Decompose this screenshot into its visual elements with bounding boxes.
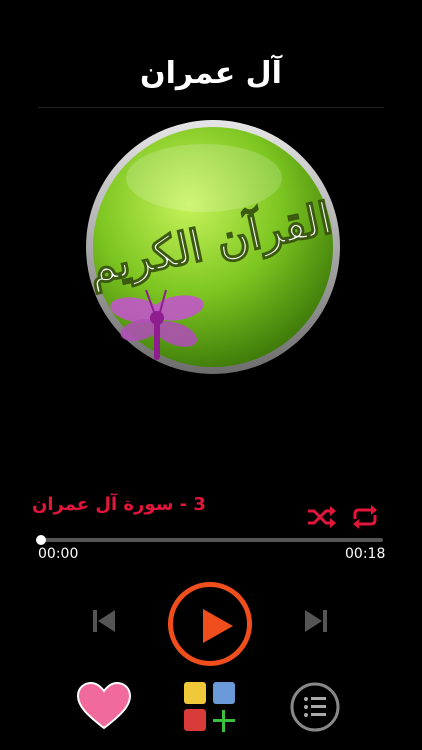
track-title: 3 - سورة آل عمران	[32, 494, 206, 515]
shuffle-icon[interactable]	[306, 505, 336, 529]
progress-thumb[interactable]	[36, 535, 46, 545]
play-icon	[203, 609, 233, 643]
skip-next-icon[interactable]	[305, 608, 327, 634]
play-button[interactable]	[168, 582, 252, 666]
repeat-icon[interactable]	[350, 505, 380, 529]
heart-icon[interactable]	[77, 682, 131, 730]
current-time: 00:00	[38, 546, 79, 562]
grid-plus-icon[interactable]	[183, 681, 237, 733]
list-icon[interactable]	[290, 682, 340, 732]
header-divider	[38, 107, 384, 108]
page-title: آل عمران	[140, 56, 282, 91]
skip-previous-icon[interactable]	[93, 608, 115, 634]
quran-logo: القرآن الكريم	[84, 120, 340, 374]
duration: 00:18	[345, 546, 386, 562]
progress-slider[interactable]	[36, 535, 383, 545]
